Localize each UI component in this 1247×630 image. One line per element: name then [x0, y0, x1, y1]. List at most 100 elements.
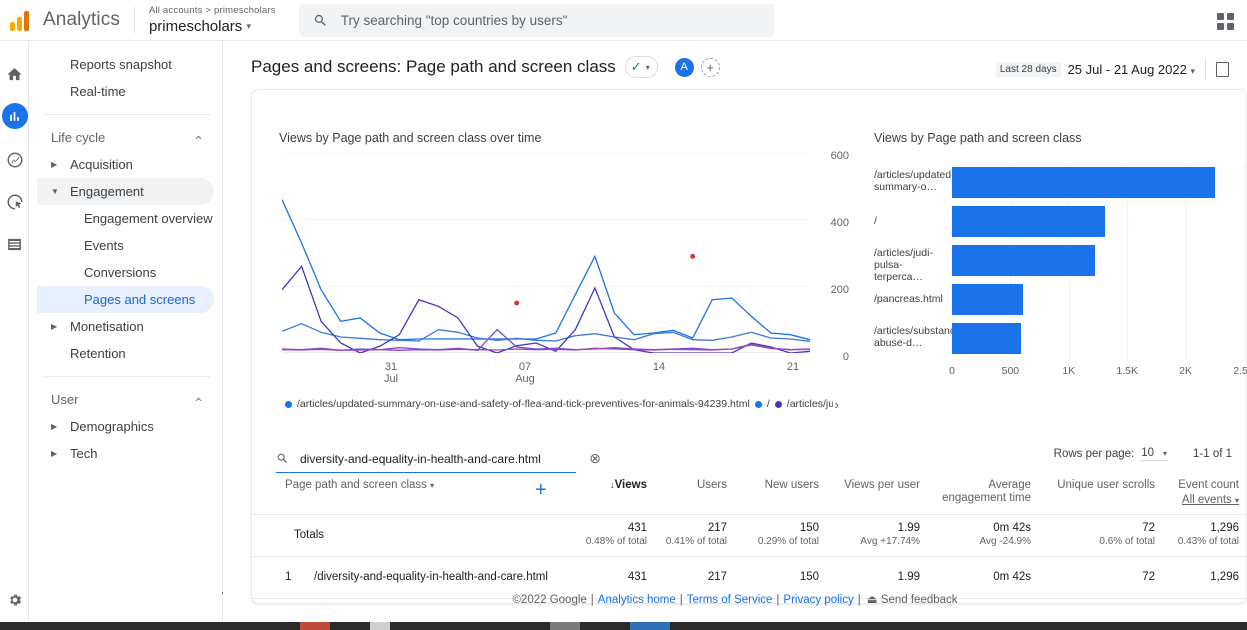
divider [134, 7, 135, 33]
footer-link-terms-of-service[interactable]: Terms of Service [687, 594, 773, 606]
column-header-sub-label: All events [1182, 494, 1232, 506]
rail-explore-icon[interactable] [0, 141, 29, 179]
column-header-views-per-user[interactable]: Views per user [827, 479, 920, 492]
avatar[interactable]: A [675, 58, 694, 77]
totals-avg-engagement-time: 0m 42sAvg -24.9% [928, 522, 1031, 547]
column-header-views[interactable]: ↓Views [562, 479, 647, 492]
rail-home-icon[interactable] [0, 55, 29, 93]
sidebar-item-retention[interactable]: Retention [37, 340, 214, 367]
chevron-down-icon: ▾ [430, 481, 434, 490]
legend-label[interactable]: /articles/updated-summary-on-use-and-saf… [297, 398, 750, 410]
top-bar: Analytics All accounts > primescholars p… [0, 0, 1247, 41]
legend-label[interactable]: / [767, 398, 770, 410]
account-switcher[interactable]: All accounts > primescholars primeschola… [149, 5, 276, 36]
row-dimension[interactable]: /diversity-and-equality-in-health-and-ca… [314, 571, 548, 583]
sidebar-section-life-cycle[interactable]: Life cycle [37, 124, 214, 151]
sidebar-item-tech[interactable]: ▶Tech [37, 440, 214, 467]
column-header-label: Average engagement time [942, 479, 1031, 504]
account-name: primescholars ▾ [149, 17, 276, 36]
line-chart-xtick-4: 21 [773, 361, 813, 373]
chevron-down-icon: ▾ [1163, 449, 1167, 458]
bar-chart-category-label: /articles/substance-abuse-d… [874, 325, 950, 349]
footer-separator: | [776, 594, 779, 606]
sidebar-section-user[interactable]: User [37, 386, 214, 413]
column-header-label: Views [615, 479, 647, 491]
row-views: 431 [562, 571, 647, 583]
column-header-users[interactable]: Users [657, 479, 727, 492]
sidebar-item-label: Engagement overview [84, 211, 213, 226]
footer-send-feedback[interactable]: Send feedback [881, 594, 958, 606]
rail-configure-icon[interactable] [0, 225, 29, 263]
row-users: 217 [657, 571, 727, 583]
page-header: Pages and screens: Page path and screen … [223, 41, 1247, 93]
column-header-unique-user-scrolls[interactable]: Unique user scrolls [1038, 479, 1155, 492]
date-range-text: 25 Jul - 21 Aug 2022 ▾ [1068, 62, 1195, 77]
bar-chart-category-label: /articles/judi-pulsa-terperca… [874, 247, 950, 283]
bar-chart-bar[interactable] [952, 323, 1021, 354]
search-icon [276, 452, 289, 465]
legend-prev-button[interactable]: ‹ [818, 397, 822, 412]
bar-chart-plot[interactable]: 05001K1.5K2K2.5K/articles/updated-summar… [874, 153, 1247, 378]
line-chart-ytick-0: 0 [819, 351, 849, 363]
sidebar-section-label: Life cycle [51, 130, 105, 145]
row-event-count: 1,296 [1157, 571, 1239, 583]
bar-chart-bar[interactable] [952, 167, 1215, 198]
sidebar-item-conversions[interactable]: Conversions [37, 259, 214, 286]
report-panel: Views by Page path and screen class over… [251, 89, 1247, 604]
add-dimension-button[interactable]: + [535, 479, 547, 502]
legend-pager: ‹ › [818, 397, 839, 412]
rows-per-page-select[interactable]: 10 ▾ [1140, 447, 1167, 461]
clear-icon[interactable]: ⊗ [589, 450, 601, 467]
footer-link-analytics-home[interactable]: Analytics home [598, 594, 676, 606]
bar-chart-bar[interactable] [952, 284, 1023, 315]
sidebar-item-demographics[interactable]: ▶Demographics [37, 413, 214, 440]
column-header-new-users[interactable]: New users [737, 479, 819, 492]
column-header-average-engagement-time[interactable]: Average engagement time [928, 479, 1031, 505]
footer: ©2022 Google|Analytics home|Terms of Ser… [223, 592, 1247, 606]
footer-link-privacy-policy[interactable]: Privacy policy [783, 594, 853, 606]
legend-next-button[interactable]: › [835, 397, 839, 412]
global-search-input[interactable]: Try searching "top countries by users" [299, 4, 774, 37]
sidebar-item-acquisition[interactable]: ▶Acquisition [37, 151, 214, 178]
column-header-sub[interactable]: All events ▾ [1157, 494, 1239, 507]
sidebar-item-label: Tech [70, 446, 97, 461]
bar-chart-xtick-1: 500 [995, 365, 1025, 377]
share-report-icon[interactable] [1216, 62, 1229, 77]
sidebar-item-reports-snapshot[interactable]: Reports snapshot [37, 51, 214, 78]
sidebar-item-monetisation[interactable]: ▶Monetisation [37, 313, 214, 340]
bar-chart-bar[interactable] [952, 245, 1095, 276]
sidebar-item-label: Acquisition [70, 157, 133, 172]
column-header-event-count[interactable]: Event countAll events ▾ [1157, 479, 1239, 507]
rail-reports-icon[interactable] [0, 97, 29, 135]
data-table: Page path and screen class ▾ + ↓Views Us… [252, 473, 1247, 599]
column-header-dimension[interactable]: Page path and screen class ▾ [285, 479, 515, 492]
line-chart-xtick-2: 07Aug [505, 361, 545, 385]
sidebar-item-label: Pages and screens [84, 292, 195, 307]
apps-grid-icon[interactable] [1216, 11, 1236, 31]
footer-copyright: ©2022 Google [512, 594, 586, 606]
chevron-up-icon [193, 394, 204, 405]
totals-event-count: 1,2960.43% of total [1157, 522, 1239, 547]
sidebar-item-engagement-overview[interactable]: Engagement overview [37, 205, 214, 232]
date-range-selector[interactable]: Last 28 days 25 Jul - 21 Aug 2022 ▾ [996, 58, 1229, 80]
report-status-chip[interactable]: ✓ ▾ [625, 56, 658, 78]
sidebar-item-pages-and-screens[interactable]: Pages and screens [37, 286, 214, 313]
sidebar-item-engagement[interactable]: ▼Engagement [37, 178, 214, 205]
line-chart-ytick-400: 400 [819, 217, 849, 229]
totals-users: 2170.41% of total [657, 522, 727, 547]
sidebar-item-real-time[interactable]: Real-time [37, 78, 214, 105]
chevron-up-icon [193, 132, 204, 143]
sidebar-divider [43, 114, 210, 115]
sidebar-item-events[interactable]: Events [37, 232, 214, 259]
chevron-down-icon: ▾ [646, 63, 650, 72]
rail-admin-settings-icon[interactable] [0, 592, 29, 608]
rail-advertising-icon[interactable] [0, 183, 29, 221]
chevron-right-icon: ▶ [51, 322, 57, 331]
line-chart-plot[interactable] [282, 153, 810, 353]
add-comparison-button[interactable]: + [701, 58, 720, 77]
analytics-page: Analytics All accounts > primescholars p… [0, 0, 1247, 630]
rows-per-page-value: 10 [1141, 447, 1154, 459]
bar-chart-bar[interactable] [952, 206, 1105, 237]
feedback-icon: ⏏ [867, 594, 878, 606]
table-search-input[interactable]: diversity-and-equality-in-health-and-car… [276, 445, 576, 473]
